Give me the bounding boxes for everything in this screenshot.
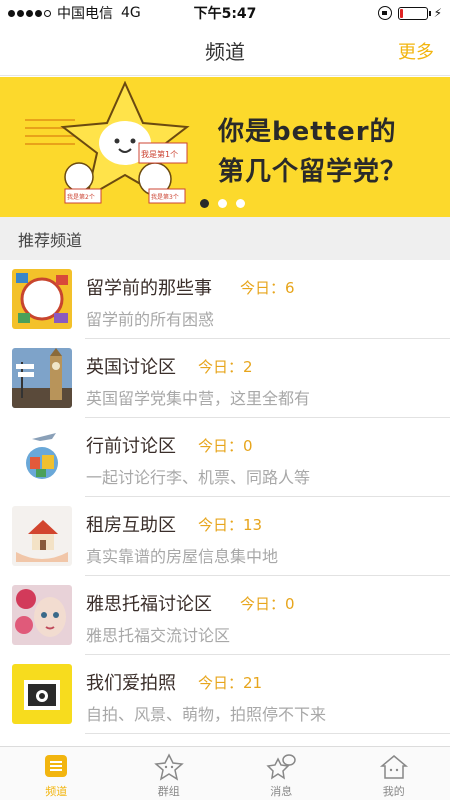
carousel-indicator[interactable] xyxy=(200,199,245,208)
channel-list: 留学前的那些事 今日：6 留学前的所有困惑 英国讨论区 今日：2 英国留学党集中… xyxy=(0,260,450,734)
luggage-plane-icon xyxy=(12,427,72,487)
tab-channel[interactable]: 频道 xyxy=(0,747,113,800)
message-star-icon xyxy=(266,754,296,780)
list-item[interactable]: 行前讨论区 今日：0 一起讨论行李、机票、同路人等 xyxy=(0,418,450,497)
list-item[interactable]: 留学前的那些事 今日：6 留学前的所有困惑 xyxy=(0,260,450,339)
channel-title: 雅思托福讨论区 xyxy=(86,594,212,615)
tab-label: 频道 xyxy=(45,785,68,798)
channel-subtitle: 真实靠谱的房屋信息集中地 xyxy=(86,547,279,566)
channel-title: 英国讨论区 xyxy=(86,357,176,378)
channel-title: 行前讨论区 xyxy=(86,436,176,457)
channel-today-count: 今日：0 xyxy=(240,595,295,613)
profile-house-icon xyxy=(379,755,408,779)
status-bar: 中国电信 4G 下午5:47 ⚡ xyxy=(0,0,450,26)
banner-headline-line2: 第几个留学党？ xyxy=(218,157,408,187)
banner-sign-1: 我是第1个 xyxy=(141,149,178,159)
tab-profile[interactable]: 我的 xyxy=(338,747,450,800)
channel-title: 租房互助区 xyxy=(86,515,176,536)
channel-title: 我们爱拍照 xyxy=(86,673,176,694)
group-star-icon xyxy=(153,753,184,781)
girl-roses-icon xyxy=(12,585,72,645)
rotation-lock-icon xyxy=(377,6,392,20)
carousel-dot[interactable] xyxy=(236,199,245,208)
banner-carousel[interactable]: 我是第1个 我是第2个 我是第3个 你是better的 第几个留学党？ xyxy=(0,77,450,217)
channel-today-count: 今日：13 xyxy=(198,516,263,534)
channel-today-count: 今日：0 xyxy=(198,437,253,455)
camera-icon xyxy=(12,664,72,724)
travel-stamps-icon xyxy=(12,269,72,329)
page-title: 频道 xyxy=(205,40,245,64)
battery-level xyxy=(399,8,404,18)
carousel-dot[interactable] xyxy=(200,199,209,208)
banner-headline-line1: 你是better的 xyxy=(218,117,397,147)
carrier-name: 中国电信 xyxy=(57,6,113,22)
tab-label: 我的 xyxy=(382,785,405,798)
nav-bar: 频道 更多 xyxy=(0,26,450,76)
tab-label: 群组 xyxy=(157,785,180,798)
list-item[interactable]: 英国讨论区 今日：2 英国留学党集中营，这里全都有 xyxy=(0,339,450,418)
channel-today-count: 今日：21 xyxy=(198,674,263,692)
star-mascot-illustration: 我是第1个 我是第2个 我是第3个 xyxy=(60,81,190,204)
channel-title: 留学前的那些事 xyxy=(86,278,212,299)
network-type: 4G xyxy=(121,5,141,21)
channel-subtitle: 自拍、风景、萌物，拍照停不下来 xyxy=(86,705,327,724)
banner-sign-3: 我是第3个 xyxy=(151,193,179,201)
house-hands-icon xyxy=(12,506,72,566)
section-header: 推荐频道 xyxy=(0,217,450,260)
battery-icon xyxy=(397,6,431,20)
tab-label: 消息 xyxy=(270,785,293,798)
signal-strength-icon xyxy=(8,9,51,17)
channel-icon xyxy=(45,755,68,777)
channel-today-count: 今日：6 xyxy=(240,279,295,297)
banner-sign-2: 我是第2个 xyxy=(67,193,95,201)
list-item[interactable]: 租房互助区 今日：13 真实靠谱的房屋信息集中地 xyxy=(0,497,450,576)
list-item[interactable]: 我们爱拍照 今日：21 自拍、风景、萌物，拍照停不下来 xyxy=(0,655,450,734)
channel-subtitle: 英国留学党集中营，这里全都有 xyxy=(86,389,311,408)
channel-today-count: 今日：2 xyxy=(198,358,253,376)
channel-subtitle: 留学前的所有困惑 xyxy=(86,310,215,329)
tab-messages[interactable]: 消息 xyxy=(225,747,338,800)
charging-icon: ⚡ xyxy=(433,6,442,20)
more-button[interactable]: 更多 xyxy=(398,38,434,64)
list-item[interactable]: 雅思托福讨论区 今日：0 雅思托福交流讨论区 xyxy=(0,576,450,655)
tab-group[interactable]: 群组 xyxy=(113,747,226,800)
tab-bar: 频道 群组 消息 我的 xyxy=(0,746,450,800)
channel-subtitle: 一起讨论行李、机票、同路人等 xyxy=(86,468,311,487)
carousel-dot[interactable] xyxy=(218,199,227,208)
channel-subtitle: 雅思托福交流讨论区 xyxy=(86,626,231,645)
big-ben-icon xyxy=(12,348,72,408)
